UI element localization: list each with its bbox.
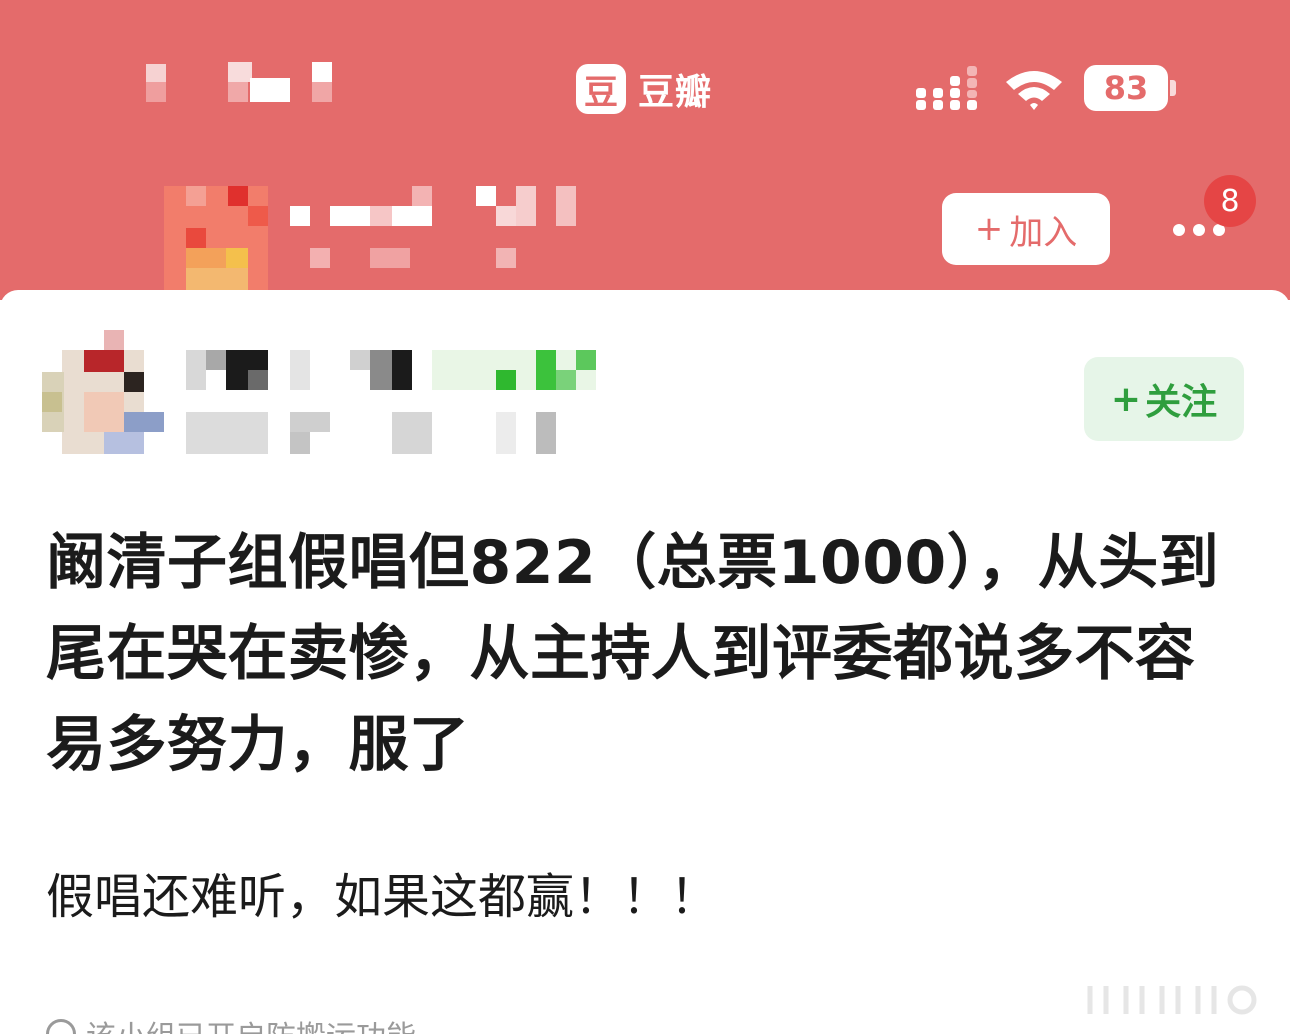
app-name: 豆瓣 (638, 72, 713, 113)
douban-logo-icon: 豆 (576, 64, 626, 114)
plus-icon: + (974, 209, 1004, 249)
watermark-logo (1087, 985, 1257, 1015)
join-label: 加入 (1009, 212, 1078, 253)
wifi-icon (1006, 71, 1062, 110)
signal-icon (916, 66, 977, 110)
more-icon-dot (1173, 224, 1185, 236)
battery-icon: 83 (1084, 65, 1168, 111)
more-icon-dot (1193, 224, 1205, 236)
post-title: 阚清子组假唱但822（总票1000），从头到尾在哭在卖惨，从主持人到评委都说多不… (46, 528, 1220, 780)
group-header: 豆 豆瓣 83 + 加入 8 (0, 0, 1290, 300)
info-icon (46, 1019, 76, 1034)
battery-cap (1170, 80, 1176, 96)
join-group-button[interactable]: + 加入 (942, 193, 1110, 265)
anti-repost-note: 该小组已开启防搬运功能 (46, 1014, 416, 1034)
post-body: 假唱还难听，如果这都赢！！！ (46, 869, 719, 925)
anti-repost-text: 该小组已开启防搬运功能 (86, 1012, 416, 1034)
notification-badge: 8 (1204, 175, 1256, 227)
follow-button[interactable]: + 关注 (1084, 357, 1244, 441)
plus-icon: + (1110, 378, 1142, 420)
follow-label: 关注 (1145, 382, 1218, 423)
app-indicator: 豆 豆瓣 (576, 64, 712, 114)
